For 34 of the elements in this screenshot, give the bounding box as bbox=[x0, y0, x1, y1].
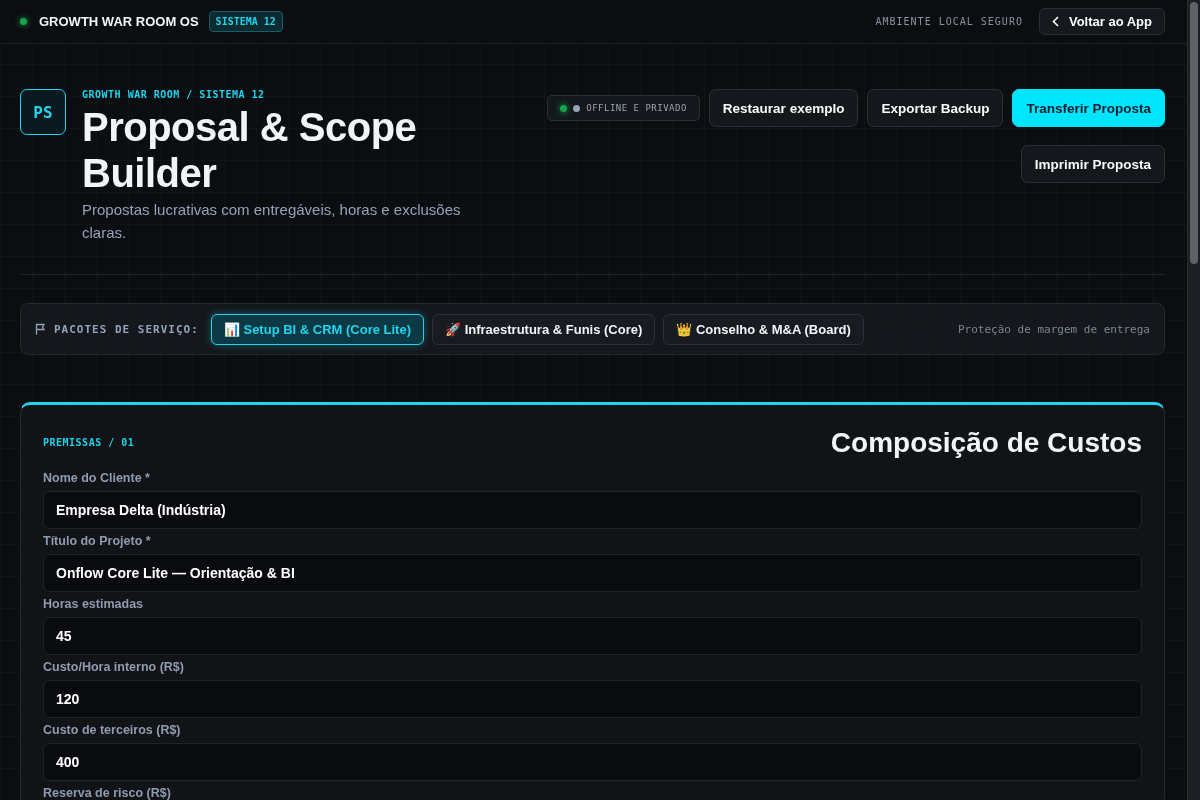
app-title: GROWTH WAR ROOM OS bbox=[39, 14, 199, 29]
input-field[interactable]: 45 bbox=[43, 617, 1142, 655]
field-label: Custo/Hora interno (R$) bbox=[43, 660, 185, 675]
page-subtitle: Propostas lucrativas com entregáveis, horas e exclusões claras. bbox=[82, 200, 462, 243]
breadcrumb: GROWTH WAR ROOM / SISTEMA 12 bbox=[82, 89, 266, 101]
input-field[interactable]: 120 bbox=[43, 680, 1142, 718]
environment-label: AMBIENTE LOCAL SEGURO bbox=[875, 16, 1023, 27]
app-logo: PS bbox=[20, 89, 66, 135]
input-field[interactable]: Onflow Core Lite — Orientação & BI bbox=[43, 554, 1142, 592]
chevron-left-icon bbox=[1051, 16, 1059, 27]
action-button[interactable]: Restaurar exemplo bbox=[708, 89, 859, 127]
field-label: Horas estimadas bbox=[43, 597, 145, 612]
field-label: Título do Projeto * bbox=[43, 534, 152, 549]
section-label: PREMISSAS / 01 bbox=[43, 437, 135, 449]
scrollbar[interactable] bbox=[1187, 0, 1200, 800]
flag-icon bbox=[35, 323, 46, 335]
package-chip[interactable]: 👑 Conselho & M&A (Board) bbox=[663, 313, 864, 345]
action-button[interactable]: Imprimir Proposta bbox=[1020, 145, 1165, 183]
input-field[interactable]: Empresa Delta (Indústria) bbox=[43, 491, 1142, 529]
field-label: Custo de terceiros (R$) bbox=[43, 723, 182, 738]
margin-note: Proteção de margem de entrega bbox=[957, 322, 1150, 336]
package-chip[interactable]: 📊 Setup BI & CRM (Core Lite) bbox=[210, 313, 424, 345]
packages-label: PACOTES DE SERVIÇO: bbox=[54, 322, 199, 336]
action-button[interactable]: Exportar Backup bbox=[867, 89, 1004, 127]
input-field[interactable]: 400 bbox=[43, 743, 1142, 781]
system-badge: SISTEMA 12 bbox=[208, 11, 283, 32]
field-label: Nome do Cliente * bbox=[43, 471, 151, 486]
package-chip[interactable]: 🚀 Infraestrutura & Funis (Core) bbox=[432, 313, 656, 345]
back-button[interactable]: Voltar ao App bbox=[1038, 8, 1165, 35]
card-title: Composição de Custos bbox=[830, 427, 1142, 459]
page-title: Proposal & Scope Builder bbox=[82, 104, 418, 196]
field-label: Reserva de risco (R$) bbox=[43, 786, 172, 800]
transfer-button[interactable]: Transferir Proposta bbox=[1012, 89, 1165, 127]
status-badge: OFFLINE E PRIVADO bbox=[547, 95, 700, 121]
